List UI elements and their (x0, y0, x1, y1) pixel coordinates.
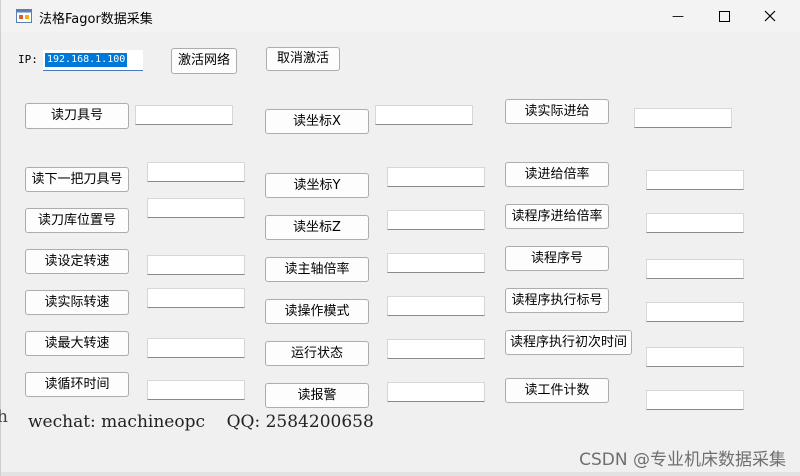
cycle-time-field[interactable] (147, 380, 245, 400)
read-max-speed-button[interactable]: 读最大转速 (25, 331, 129, 356)
program-feed-override-field[interactable] (646, 213, 744, 233)
main-window: 法格Fagor数据采集 — IP: 192.168.1.100 激活网络 取消激… (0, 0, 800, 476)
tool-number-field[interactable] (135, 105, 233, 125)
read-actual-speed-button[interactable]: 读实际转速 (25, 290, 129, 315)
read-coord-z-button[interactable]: 读坐标Z (265, 215, 369, 240)
actual-speed-field[interactable] (147, 288, 245, 308)
read-program-number-button[interactable]: 读程序号 (505, 246, 609, 271)
feed-override-field[interactable] (646, 170, 744, 190)
set-speed-field[interactable] (147, 255, 245, 275)
read-cycle-time-button[interactable]: 读循环时间 (25, 372, 129, 397)
read-tool-number-button[interactable]: 读刀具号 (25, 103, 129, 129)
operation-mode-field[interactable] (387, 296, 485, 316)
read-operation-mode-button[interactable]: 读操作模式 (265, 299, 369, 324)
close-icon (764, 10, 776, 22)
workpiece-count-field[interactable] (646, 390, 744, 410)
max-speed-field[interactable] (147, 338, 245, 358)
read-feed-override-button[interactable]: 读进给倍率 (505, 162, 609, 187)
background-fragment: h (0, 407, 8, 427)
read-next-tool-button[interactable]: 读下一把刀具号 (25, 167, 129, 192)
deactivate-button[interactable]: 取消激活 (266, 47, 340, 71)
read-coord-x-button[interactable]: 读坐标X (265, 109, 369, 134)
read-set-speed-button[interactable]: 读设定转速 (25, 249, 129, 274)
read-alarm-button[interactable]: 读报警 (265, 383, 369, 408)
magazine-position-field[interactable] (147, 198, 245, 218)
ip-value: 192.168.1.100 (45, 53, 128, 67)
read-coord-y-button[interactable]: 读坐标Y (265, 173, 369, 198)
read-program-first-exec-time-button[interactable]: 读程序执行初次时间 (505, 330, 632, 355)
close-button[interactable] (747, 0, 793, 32)
bottom-edge (1, 472, 800, 476)
read-workpiece-count-button[interactable]: 读工件计数 (505, 378, 609, 403)
program-number-field[interactable] (646, 259, 744, 279)
contact-info: wechat: machineopc QQ: 2584200658 (28, 412, 374, 432)
run-status-field[interactable] (387, 339, 485, 359)
coord-x-field[interactable] (375, 105, 473, 125)
maximize-button[interactable] (701, 0, 747, 32)
read-magazine-position-button[interactable]: 读刀库位置号 (25, 208, 129, 233)
alarm-field[interactable] (387, 382, 485, 402)
coord-y-field[interactable] (387, 167, 485, 187)
actual-feed-field[interactable] (634, 108, 732, 128)
program-first-exec-time-field[interactable] (646, 347, 744, 367)
minimize-button[interactable]: — (655, 0, 701, 32)
title-bar[interactable]: 法格Fagor数据采集 — (1, 0, 800, 32)
ip-label: IP: (18, 53, 38, 66)
read-program-feed-override-button[interactable]: 读程序进给倍率 (505, 204, 609, 229)
coord-z-field[interactable] (387, 210, 485, 230)
run-status-button[interactable]: 运行状态 (265, 341, 369, 366)
app-icon (16, 9, 32, 23)
next-tool-field[interactable] (147, 162, 245, 182)
read-program-block-number-button[interactable]: 读程序执行标号 (505, 288, 609, 313)
watermark: CSDN @专业机床数据采集 (579, 450, 786, 470)
spindle-override-field[interactable] (387, 253, 485, 273)
program-block-number-field[interactable] (646, 302, 744, 322)
read-actual-feed-button[interactable]: 读实际进给 (505, 99, 609, 124)
activate-network-button[interactable]: 激活网络 (171, 48, 237, 74)
ip-input[interactable]: 192.168.1.100 (43, 50, 143, 71)
window-title: 法格Fagor数据采集 (39, 12, 153, 27)
minimize-icon: — (672, 9, 684, 23)
maximize-icon (718, 10, 730, 22)
read-spindle-override-button[interactable]: 读主轴倍率 (265, 257, 369, 282)
